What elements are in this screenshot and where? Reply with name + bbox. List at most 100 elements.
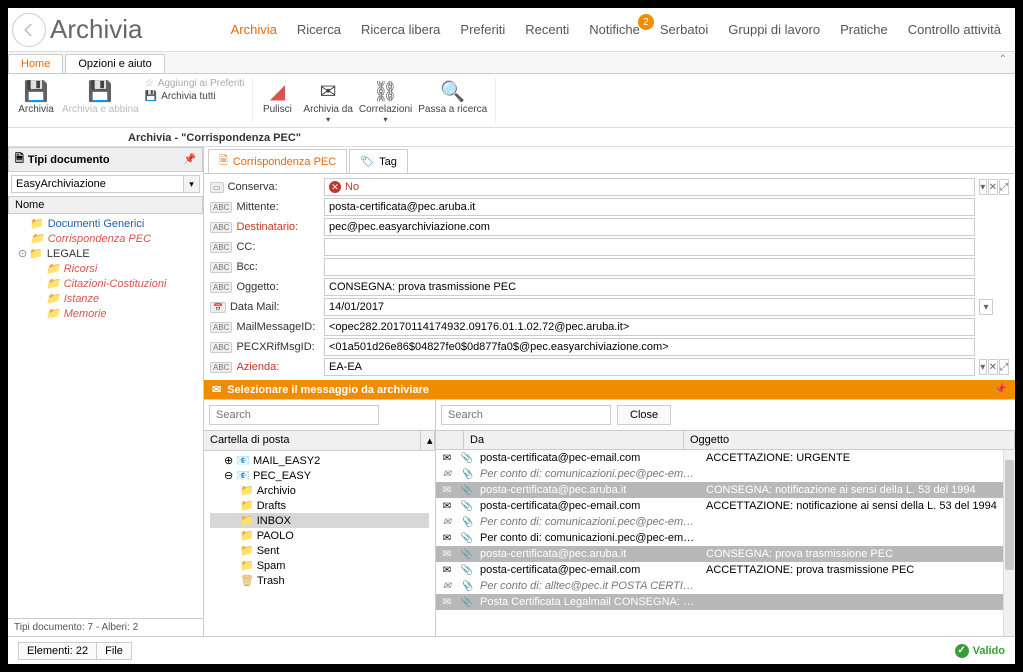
doc-tab-tag[interactable]: 🏷Tag — [349, 149, 408, 173]
tab-home[interactable]: Home — [8, 54, 63, 73]
pin-icon[interactable]: 📌 — [995, 384, 1007, 395]
folder-icon: 📁 — [240, 530, 254, 542]
ribbon-passa-ricerca[interactable]: 🔍Passa a ricerca — [418, 78, 487, 115]
notification-badge: 2 — [638, 14, 654, 30]
message-row[interactable]: ✉📎Per conto di: comunicazioni.pec@pec-em… — [436, 530, 1015, 546]
field-data-mail[interactable] — [324, 298, 975, 316]
col-icon[interactable] — [436, 431, 464, 449]
dropdown-icon[interactable]: ▾ — [979, 299, 993, 315]
status-file[interactable]: File — [96, 642, 132, 660]
message-search-input[interactable] — [441, 405, 611, 425]
expand-icon[interactable]: ⤢ — [999, 179, 1009, 195]
message-from: posta-certificata@pec-email.com — [480, 564, 700, 576]
tree-memorie[interactable]: 📁Memorie — [12, 306, 199, 321]
message-row[interactable]: ✉📎posta-certificata@pec.aruba.itCONSEGNA… — [436, 546, 1015, 562]
field-oggetto[interactable] — [324, 278, 975, 296]
app-title: Archivia — [50, 14, 142, 45]
nav-ricerca[interactable]: Ricerca — [297, 22, 341, 37]
folder-search-input[interactable] — [209, 405, 379, 425]
scrollbar-thumb[interactable] — [1005, 460, 1014, 570]
nav-pratiche[interactable]: Pratiche — [840, 22, 888, 37]
message-from: posta-certificata@pec.aruba.it — [480, 548, 700, 560]
message-row[interactable]: ✉📎Posta Certificata Legalmail CONSEGNA: … — [436, 594, 1015, 610]
label-conserva: ▭Conserva: — [210, 181, 320, 193]
message-list[interactable]: ✉📎posta-certificata@pec-email.comACCETTA… — [436, 450, 1015, 636]
clear-icon[interactable]: ✕ — [988, 179, 998, 195]
folder-paolo[interactable]: 📁PAOLO — [210, 528, 429, 543]
tree-citazioni[interactable]: 📁Citazioni-Costituzioni — [12, 276, 199, 291]
collapse-icon[interactable]: ⊖ — [224, 470, 233, 482]
ribbon-pulisci[interactable]: ◢Pulisci — [257, 78, 297, 115]
tree-legale[interactable]: ⊙📁LEGALE — [12, 246, 199, 261]
field-bcc[interactable] — [324, 258, 975, 276]
back-button[interactable] — [12, 13, 46, 47]
tree-ricorsi[interactable]: 📁Ricorsi — [12, 261, 199, 276]
message-row[interactable]: ✉📎posta-certificata@pec.aruba.itCONSEGNA… — [436, 482, 1015, 498]
nav-ricerca-libera[interactable]: Ricerca libera — [361, 22, 440, 37]
message-row[interactable]: ✉📎Per conto di: comunicazioni.pec@pec-em… — [436, 466, 1015, 482]
message-row[interactable]: ✉📎posta-certificata@pec-email.comACCETTA… — [436, 562, 1015, 578]
field-conserva[interactable]: ✕No — [324, 178, 975, 196]
message-row[interactable]: ✉📎Per conto di: comunicazioni.pec@pec-em… — [436, 514, 1015, 530]
folder-sent[interactable]: 📁Sent — [210, 543, 429, 558]
message-from: Per conto di: comunicazioni.pec@pec-emai… — [480, 532, 700, 544]
clear-icon[interactable]: ✕ — [988, 359, 998, 375]
field-mittente[interactable] — [324, 198, 975, 216]
field-mailmsgid[interactable] — [324, 318, 975, 336]
ribbon-archivia[interactable]: 💾Archivia — [16, 78, 56, 115]
field-cc[interactable] — [324, 238, 975, 256]
pin-icon[interactable]: 📌 — [184, 154, 196, 165]
label-data-mail: 📅Data Mail: — [210, 301, 320, 313]
folder-trash[interactable]: 🗑Trash — [210, 573, 429, 588]
mailbox-icon: 📧 — [236, 470, 250, 482]
expand-icon[interactable]: ⊙ — [18, 248, 27, 260]
doc-tab-corrispondenza[interactable]: 🗎Corrispondenza PEC — [208, 149, 347, 173]
ribbon-collapse-icon[interactable]: ⌃ — [999, 54, 1007, 65]
nav-serbatoi[interactable]: Serbatoi — [660, 22, 708, 37]
sort-icon[interactable]: ▴ — [421, 431, 435, 450]
tree-documenti-generici[interactable]: 📁Documenti Generici — [12, 216, 199, 231]
nav-preferiti[interactable]: Preferiti — [460, 22, 505, 37]
tag-icon: 🏷 — [360, 155, 374, 168]
close-button[interactable]: Close — [617, 405, 671, 425]
nav-archivia[interactable]: Archivia — [231, 22, 277, 37]
col-da[interactable]: Da — [464, 431, 684, 449]
folder-inbox[interactable]: 📁INBOX — [210, 513, 429, 528]
field-azienda[interactable] — [324, 358, 975, 376]
ribbon-archivia-da[interactable]: ✉Archivia da▾ — [303, 78, 352, 124]
folder-pec-easy[interactable]: ⊖ 📧PEC_EASY — [210, 468, 429, 483]
status-elementi[interactable]: Elementi: 22 — [18, 642, 97, 660]
message-row[interactable]: ✉📎Per conto di: alltec@pec.it POSTA CERT… — [436, 578, 1015, 594]
folder-spam[interactable]: 📁Spam — [210, 558, 429, 573]
scrollbar[interactable] — [1003, 450, 1015, 636]
folder-archivio[interactable]: 📁Archivio — [210, 483, 429, 498]
dropdown-icon[interactable]: ▾ — [979, 359, 987, 375]
ribbon-archivia-tutti[interactable]: 💾Archivia tutti — [145, 91, 245, 102]
nav-gruppi[interactable]: Gruppi di lavoro — [728, 22, 820, 37]
tree-corrispondenza-pec[interactable]: 📁Corrispondenza PEC — [12, 231, 199, 246]
relations-icon: ⛓ — [372, 78, 400, 104]
message-row[interactable]: ✉📎posta-certificata@pec-email.comACCETTA… — [436, 450, 1015, 466]
expand-icon[interactable]: ⊕ — [224, 455, 233, 467]
folder-mail-easy2[interactable]: ⊕ 📧MAIL_EASY2 — [210, 453, 429, 468]
top-nav: Archivia Ricerca Ricerca libera Preferit… — [231, 22, 1015, 37]
nav-recenti[interactable]: Recenti — [525, 22, 569, 37]
nav-controllo[interactable]: Controllo attività — [908, 22, 1001, 37]
expand-icon[interactable]: ⤢ — [999, 359, 1009, 375]
archive-combo[interactable] — [11, 175, 184, 193]
tab-options[interactable]: Opzioni e aiuto — [65, 54, 164, 73]
folder-drafts[interactable]: 📁Drafts — [210, 498, 429, 513]
save-all-icon: 💾 — [145, 91, 157, 102]
field-destinatario[interactable] — [324, 218, 975, 236]
tree-istanze[interactable]: 📁Istanze — [12, 291, 199, 306]
col-oggetto[interactable]: Oggetto — [684, 431, 1015, 449]
folder-col-header[interactable]: Cartella di posta — [204, 431, 421, 450]
label-pecxrif: ABCPECXRifMsgID: — [210, 341, 320, 353]
attachment-icon: 📎 — [460, 581, 474, 592]
message-row[interactable]: ✉📎posta-certificata@pec-email.comACCETTA… — [436, 498, 1015, 514]
ribbon-correlazioni[interactable]: ⛓Correlazioni▾ — [359, 78, 412, 124]
nav-notifiche[interactable]: Notifiche2 — [589, 22, 640, 37]
dropdown-icon[interactable]: ▾ — [979, 179, 987, 195]
combo-dropdown-icon[interactable]: ▾ — [184, 175, 200, 193]
field-pecxrif[interactable] — [324, 338, 975, 356]
